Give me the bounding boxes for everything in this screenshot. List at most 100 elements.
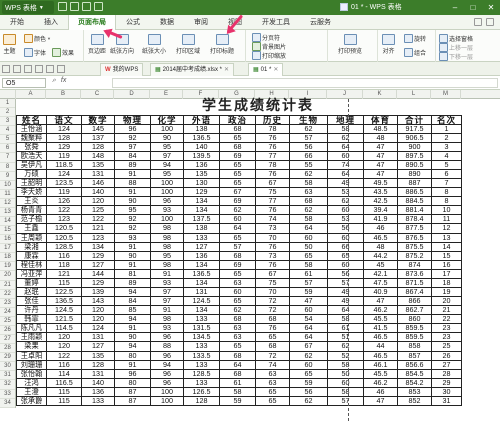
score-cell[interactable]: 91 bbox=[150, 268, 184, 279]
score-cell[interactable]: 884.5 bbox=[397, 196, 432, 207]
row-header[interactable]: 16 bbox=[0, 235, 15, 245]
score-cell[interactable]: 2 bbox=[431, 132, 462, 143]
score-cell[interactable]: 874 bbox=[397, 259, 432, 270]
score-cell[interactable]: 10 bbox=[431, 205, 462, 216]
score-cell[interactable]: 128.5 bbox=[183, 368, 220, 379]
score-cell[interactable]: 60 bbox=[327, 205, 364, 216]
score-cell[interactable]: 58 bbox=[327, 386, 364, 397]
student-name-cell[interactable]: 程佳林 bbox=[16, 259, 47, 270]
score-cell[interactable]: 65 bbox=[289, 250, 328, 261]
score-cell[interactable]: 56 bbox=[289, 386, 328, 397]
column-header-K[interactable]: K bbox=[363, 90, 397, 99]
student-name-cell[interactable]: 许丹 bbox=[16, 305, 47, 316]
score-cell[interactable]: 62 bbox=[219, 305, 256, 316]
score-cell[interactable]: 144 bbox=[81, 268, 115, 279]
score-cell[interactable]: 98 bbox=[150, 232, 184, 243]
score-cell[interactable]: 51 bbox=[327, 332, 364, 343]
score-cell[interactable]: 44 bbox=[363, 341, 398, 352]
score-cell[interactable]: 76 bbox=[255, 323, 290, 334]
score-cell[interactable]: 59 bbox=[219, 395, 256, 407]
score-cell[interactable]: 65 bbox=[219, 159, 256, 170]
score-cell[interactable]: 119 bbox=[46, 150, 82, 161]
score-cell[interactable]: 124 bbox=[46, 168, 82, 180]
score-cell[interactable]: 57 bbox=[327, 395, 364, 407]
save-icon[interactable] bbox=[58, 2, 67, 11]
score-cell[interactable]: 917.5 bbox=[397, 123, 432, 134]
score-cell[interactable]: 94 bbox=[150, 159, 184, 170]
score-cell[interactable]: 52 bbox=[327, 350, 364, 361]
rotate-button[interactable]: 旋转 bbox=[404, 34, 426, 43]
student-name-cell[interactable]: 赵珉 bbox=[16, 286, 47, 298]
student-name-cell[interactable]: 王澄 bbox=[16, 386, 47, 397]
score-cell[interactable]: 890 bbox=[397, 168, 432, 180]
student-name-cell[interactable]: 张承爵 bbox=[16, 395, 47, 407]
score-cell[interactable]: 134 bbox=[81, 241, 115, 252]
score-cell[interactable]: 21 bbox=[431, 305, 462, 316]
score-cell[interactable]: 60 bbox=[327, 232, 364, 243]
score-cell[interactable]: 81 bbox=[114, 268, 151, 279]
score-cell[interactable]: 7 bbox=[431, 178, 462, 189]
score-cell[interactable]: 137 bbox=[81, 132, 115, 143]
score-cell[interactable]: 94 bbox=[150, 359, 184, 370]
row-header[interactable]: 13 bbox=[0, 208, 15, 218]
score-cell[interactable]: 57 bbox=[289, 132, 328, 143]
score-cell[interactable]: 59 bbox=[289, 286, 328, 298]
score-cell[interactable]: 90 bbox=[114, 196, 151, 207]
score-cell[interactable]: 92 bbox=[114, 223, 151, 234]
score-cell[interactable]: 61 bbox=[327, 323, 364, 334]
row-header[interactable]: 10 bbox=[0, 181, 15, 190]
score-cell[interactable]: 94 bbox=[114, 341, 151, 352]
score-cell[interactable]: 97 bbox=[150, 150, 184, 161]
margins-button[interactable]: 页边距 bbox=[88, 34, 106, 55]
score-cell[interactable]: 57 bbox=[219, 241, 256, 252]
score-cell[interactable]: 11 bbox=[431, 214, 462, 225]
score-cell[interactable]: 140 bbox=[183, 141, 220, 152]
score-cell[interactable]: 3 bbox=[431, 141, 462, 152]
score-cell[interactable]: 58 bbox=[289, 178, 328, 189]
score-cell[interactable]: 122 bbox=[46, 350, 82, 361]
score-cell[interactable]: 114.5 bbox=[46, 323, 82, 334]
column-title[interactable]: 物理 bbox=[114, 114, 151, 125]
student-name-cell[interactable]: 王鑫 bbox=[16, 223, 47, 234]
tab-data[interactable]: 数据 bbox=[150, 15, 184, 30]
score-cell[interactable]: 130 bbox=[183, 178, 220, 189]
score-cell[interactable]: 64 bbox=[289, 332, 328, 343]
row-header[interactable]: 21 bbox=[0, 281, 15, 290]
score-cell[interactable]: 73 bbox=[255, 250, 290, 261]
score-cell[interactable]: 139.5 bbox=[183, 150, 220, 161]
score-cell[interactable]: 98 bbox=[150, 223, 184, 234]
score-cell[interactable]: 78 bbox=[255, 159, 290, 170]
score-cell[interactable]: 62 bbox=[289, 168, 328, 180]
score-cell[interactable]: 66 bbox=[327, 241, 364, 252]
score-cell[interactable]: 64 bbox=[219, 359, 256, 370]
score-cell[interactable]: 134 bbox=[183, 259, 220, 270]
score-cell[interactable]: 148 bbox=[81, 150, 115, 161]
column-title[interactable]: 名次 bbox=[431, 114, 462, 125]
score-cell[interactable]: 136.5 bbox=[183, 132, 220, 143]
score-cell[interactable]: 136.5 bbox=[183, 268, 220, 279]
score-cell[interactable]: 854.2 bbox=[397, 377, 432, 388]
score-cell[interactable]: 62 bbox=[219, 205, 256, 216]
theme-button[interactable]: 主题 bbox=[3, 34, 16, 55]
score-cell[interactable]: 63 bbox=[219, 323, 256, 334]
student-name-cell[interactable]: 张怡翰 bbox=[16, 368, 47, 379]
score-cell[interactable]: 857 bbox=[397, 350, 432, 361]
score-cell[interactable]: 124 bbox=[81, 323, 115, 334]
score-cell[interactable]: 94 bbox=[114, 314, 151, 325]
score-cell[interactable]: 91 bbox=[114, 323, 151, 334]
row-header[interactable]: 27 bbox=[0, 335, 15, 345]
student-name-cell[interactable]: 张佳 bbox=[16, 296, 47, 307]
score-cell[interactable]: 75 bbox=[255, 187, 290, 198]
fonts-button[interactable]: 字体 bbox=[24, 48, 46, 57]
score-cell[interactable]: 139 bbox=[81, 286, 115, 298]
score-cell[interactable]: 72 bbox=[255, 305, 290, 316]
score-cell[interactable]: 878.4 bbox=[397, 214, 432, 225]
score-cell[interactable]: 138 bbox=[183, 223, 220, 234]
score-cell[interactable]: 85 bbox=[114, 305, 151, 316]
score-cell[interactable]: 135 bbox=[81, 350, 115, 361]
score-cell[interactable]: 63 bbox=[255, 368, 290, 379]
score-cell[interactable]: 96 bbox=[150, 196, 184, 207]
score-cell[interactable]: 68 bbox=[219, 141, 256, 152]
score-cell[interactable]: 68 bbox=[289, 196, 328, 207]
score-cell[interactable]: 134 bbox=[183, 305, 220, 316]
